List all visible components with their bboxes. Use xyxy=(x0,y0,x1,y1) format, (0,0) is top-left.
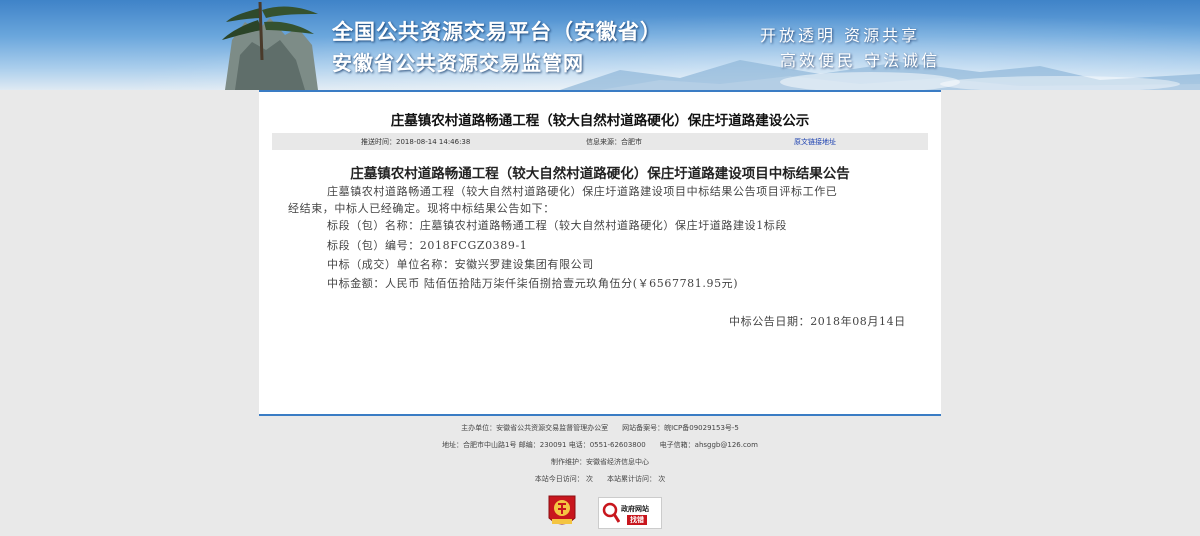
site-title-secondary: 安徽省公共资源交易监管网 xyxy=(332,51,584,75)
footer-address: 地址：合肥市中山路1号 邮编：230091 电话：0551-62603800 xyxy=(442,441,646,449)
winning-amount: 中标金额：人民币 陆佰伍拾陆万柒仟柒佰捌拾壹元玖角伍分(￥6567781.95元… xyxy=(327,277,739,290)
slogan-line-1: 开放透明 资源共享 xyxy=(760,26,921,45)
publish-time: 推送时间：2018-08-14 14:46:38 xyxy=(361,138,471,146)
article-panel: 庄墓镇农村道路畅通工程（较大自然村道路硬化）保庄圩道路建设公示 推送时间：201… xyxy=(259,90,941,416)
footer-icp[interactable]: 网站备案号：皖ICP备09029153号-5 xyxy=(622,424,739,432)
magnifier-icon xyxy=(602,502,620,523)
notice-paragraph-line-1: 庄墓镇农村道路畅通工程（较大自然村道路硬化）保庄圩道路建设项目中标结果公告项目评… xyxy=(327,185,838,198)
footer-email: 电子信箱：ahsggb@126.com xyxy=(659,441,758,449)
notice-date: 中标公告日期：2018年08月14日 xyxy=(729,315,906,328)
winning-bidder: 中标（成交）单位名称：安徽兴罗建设集团有限公司 xyxy=(327,258,594,271)
article-meta-bar: 推送时间：2018-08-14 14:46:38 信息来源：合肥市 原文链接地址 xyxy=(272,133,928,150)
section-number: 标段（包）编号：2018FCGZ0389-1 xyxy=(327,239,528,252)
article-title: 庄墓镇农村道路畅通工程（较大自然村道路硬化）保庄圩道路建设公示 xyxy=(390,113,810,129)
footer-visits-line: 本站今日访问： 次 本站累计访问： 次 xyxy=(0,474,1200,484)
notice-paragraph-line-2: 经结束，中标人已经确定。现将中标结果公告如下： xyxy=(288,202,555,215)
footer-today-visits: 本站今日访问： 次 xyxy=(534,475,593,483)
header-banner: 全国公共资源交易平台（安徽省） 安徽省公共资源交易监管网 开放透明 资源共享 高… xyxy=(0,0,1200,90)
footer-sponsor-line: 主办单位：安徽省公共资源交易监督管理办公室 网站备案号：皖ICP备09029153… xyxy=(0,423,1200,433)
gov-site-error-report-badge[interactable]: 政府网站 找错 xyxy=(598,497,662,529)
footer-address-line: 地址：合肥市中山路1号 邮编：230091 电话：0551-62603800 电子… xyxy=(0,440,1200,450)
section-name: 标段（包）名称：庄墓镇农村道路畅通工程（较大自然村道路硬化）保庄圩道路建设1标段 xyxy=(327,219,787,232)
footer-maintainer: 制作维护：安徽省经济信息中心 xyxy=(551,458,649,466)
original-link[interactable]: 原文链接地址 xyxy=(794,137,836,147)
gov-badge-title: 政府网站 xyxy=(621,505,649,513)
gov-badge-action: 找错 xyxy=(627,515,647,525)
site-title-primary: 全国公共资源交易平台（安徽省） xyxy=(332,20,662,44)
party-organ-badge-icon[interactable] xyxy=(548,494,576,530)
info-source: 信息来源：合肥市 xyxy=(586,138,642,146)
notice-heading: 庄墓镇农村道路畅通工程（较大自然村道路硬化）保庄圩道路建设项目中标结果公告 xyxy=(350,166,850,182)
slogan-line-2: 高效便民 守法诚信 xyxy=(780,51,941,70)
footer-total-visits: 本站累计访问： 次 xyxy=(607,475,666,483)
footer-sponsor: 主办单位：安徽省公共资源交易监督管理办公室 xyxy=(461,424,609,432)
